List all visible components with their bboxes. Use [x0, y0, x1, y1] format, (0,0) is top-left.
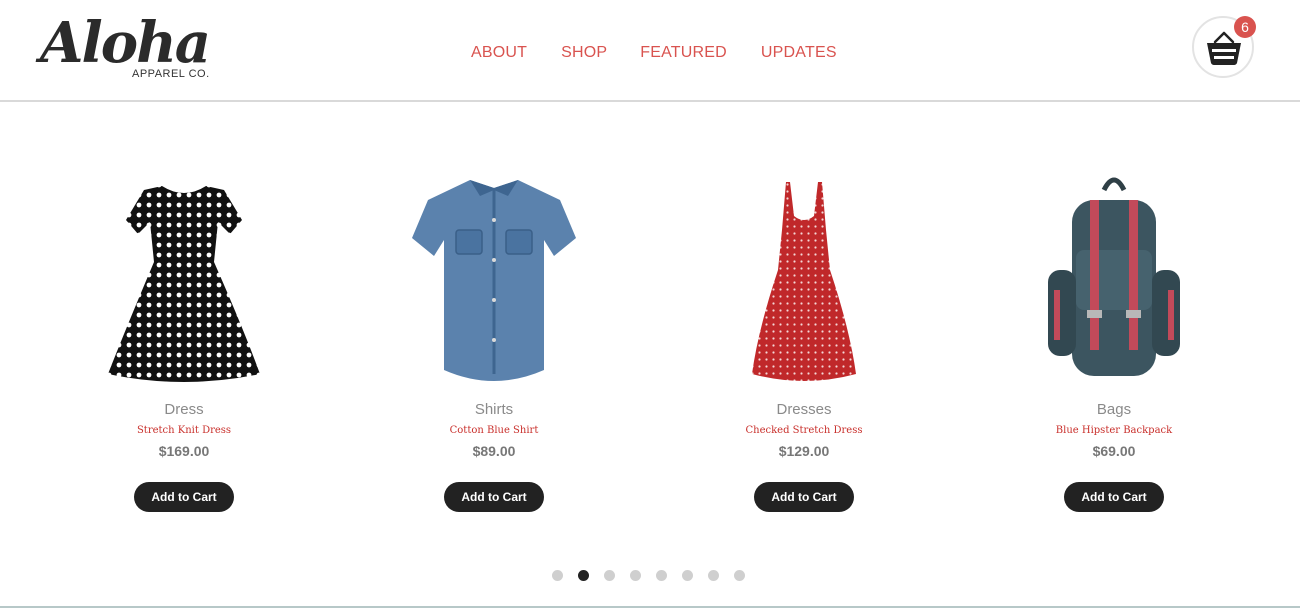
- cart-button[interactable]: 6: [1192, 16, 1256, 78]
- carousel-dot[interactable]: [630, 570, 641, 581]
- carousel-pagination: [552, 570, 760, 581]
- add-to-cart-button[interactable]: Add to Cart: [444, 482, 544, 512]
- logo-subtitle: APPAREL CO.: [132, 68, 210, 80]
- product-category: Dress: [164, 401, 204, 418]
- logo-script: Aloha: [40, 10, 211, 76]
- nav-item-shop[interactable]: SHOP: [561, 44, 607, 62]
- product-name[interactable]: Cotton Blue Shirt: [379, 425, 609, 436]
- footer-divider: [0, 606, 1300, 608]
- product-image-dress[interactable]: [94, 160, 274, 385]
- product-name[interactable]: Checked Stretch Dress: [689, 425, 919, 436]
- product-category: Shirts: [474, 401, 514, 418]
- cart-count-badge: 6: [1234, 16, 1256, 38]
- product-card: Dresses Checked Stretch Dress $129.00 Ad…: [689, 160, 919, 512]
- nav-item-about[interactable]: ABOUT: [471, 44, 527, 62]
- product-category: Dresses: [776, 401, 832, 418]
- carousel-dot[interactable]: [734, 570, 745, 581]
- product-name[interactable]: Blue Hipster Backpack: [999, 425, 1229, 436]
- carousel-dot[interactable]: [656, 570, 667, 581]
- carousel-dot[interactable]: [604, 570, 615, 581]
- main-nav: ABOUT SHOP FEATURED UPDATES: [471, 44, 837, 62]
- product-image-shirt[interactable]: [404, 160, 584, 385]
- product-image-red-dress[interactable]: [714, 160, 894, 385]
- carousel-dot[interactable]: [708, 570, 719, 581]
- site-header: Aloha APPAREL CO. ABOUT SHOP FEATURED UP…: [0, 0, 1300, 102]
- carousel-dot[interactable]: [552, 570, 563, 581]
- product-price: $69.00: [1092, 443, 1136, 459]
- add-to-cart-button[interactable]: Add to Cart: [1064, 482, 1164, 512]
- product-name[interactable]: Stretch Knit Dress: [69, 425, 299, 436]
- product-price: $129.00: [778, 443, 830, 459]
- product-card: Shirts Cotton Blue Shirt $89.00 Add to C…: [379, 160, 609, 512]
- product-price: $169.00: [158, 443, 210, 459]
- nav-item-updates[interactable]: UPDATES: [761, 44, 837, 62]
- add-to-cart-button[interactable]: Add to Cart: [134, 482, 234, 512]
- product-category: Bags: [1096, 401, 1132, 418]
- add-to-cart-button[interactable]: Add to Cart: [754, 482, 854, 512]
- product-card: Bags Blue Hipster Backpack $69.00 Add to…: [999, 160, 1229, 512]
- product-card: Dress Stretch Knit Dress $169.00 Add to …: [69, 160, 299, 512]
- carousel-dot[interactable]: [682, 570, 693, 581]
- nav-item-featured[interactable]: FEATURED: [640, 44, 727, 62]
- carousel-dot[interactable]: [578, 570, 589, 581]
- brand-logo[interactable]: Aloha APPAREL CO.: [40, 10, 220, 90]
- product-image-backpack[interactable]: [1024, 160, 1204, 385]
- product-price: $89.00: [472, 443, 516, 459]
